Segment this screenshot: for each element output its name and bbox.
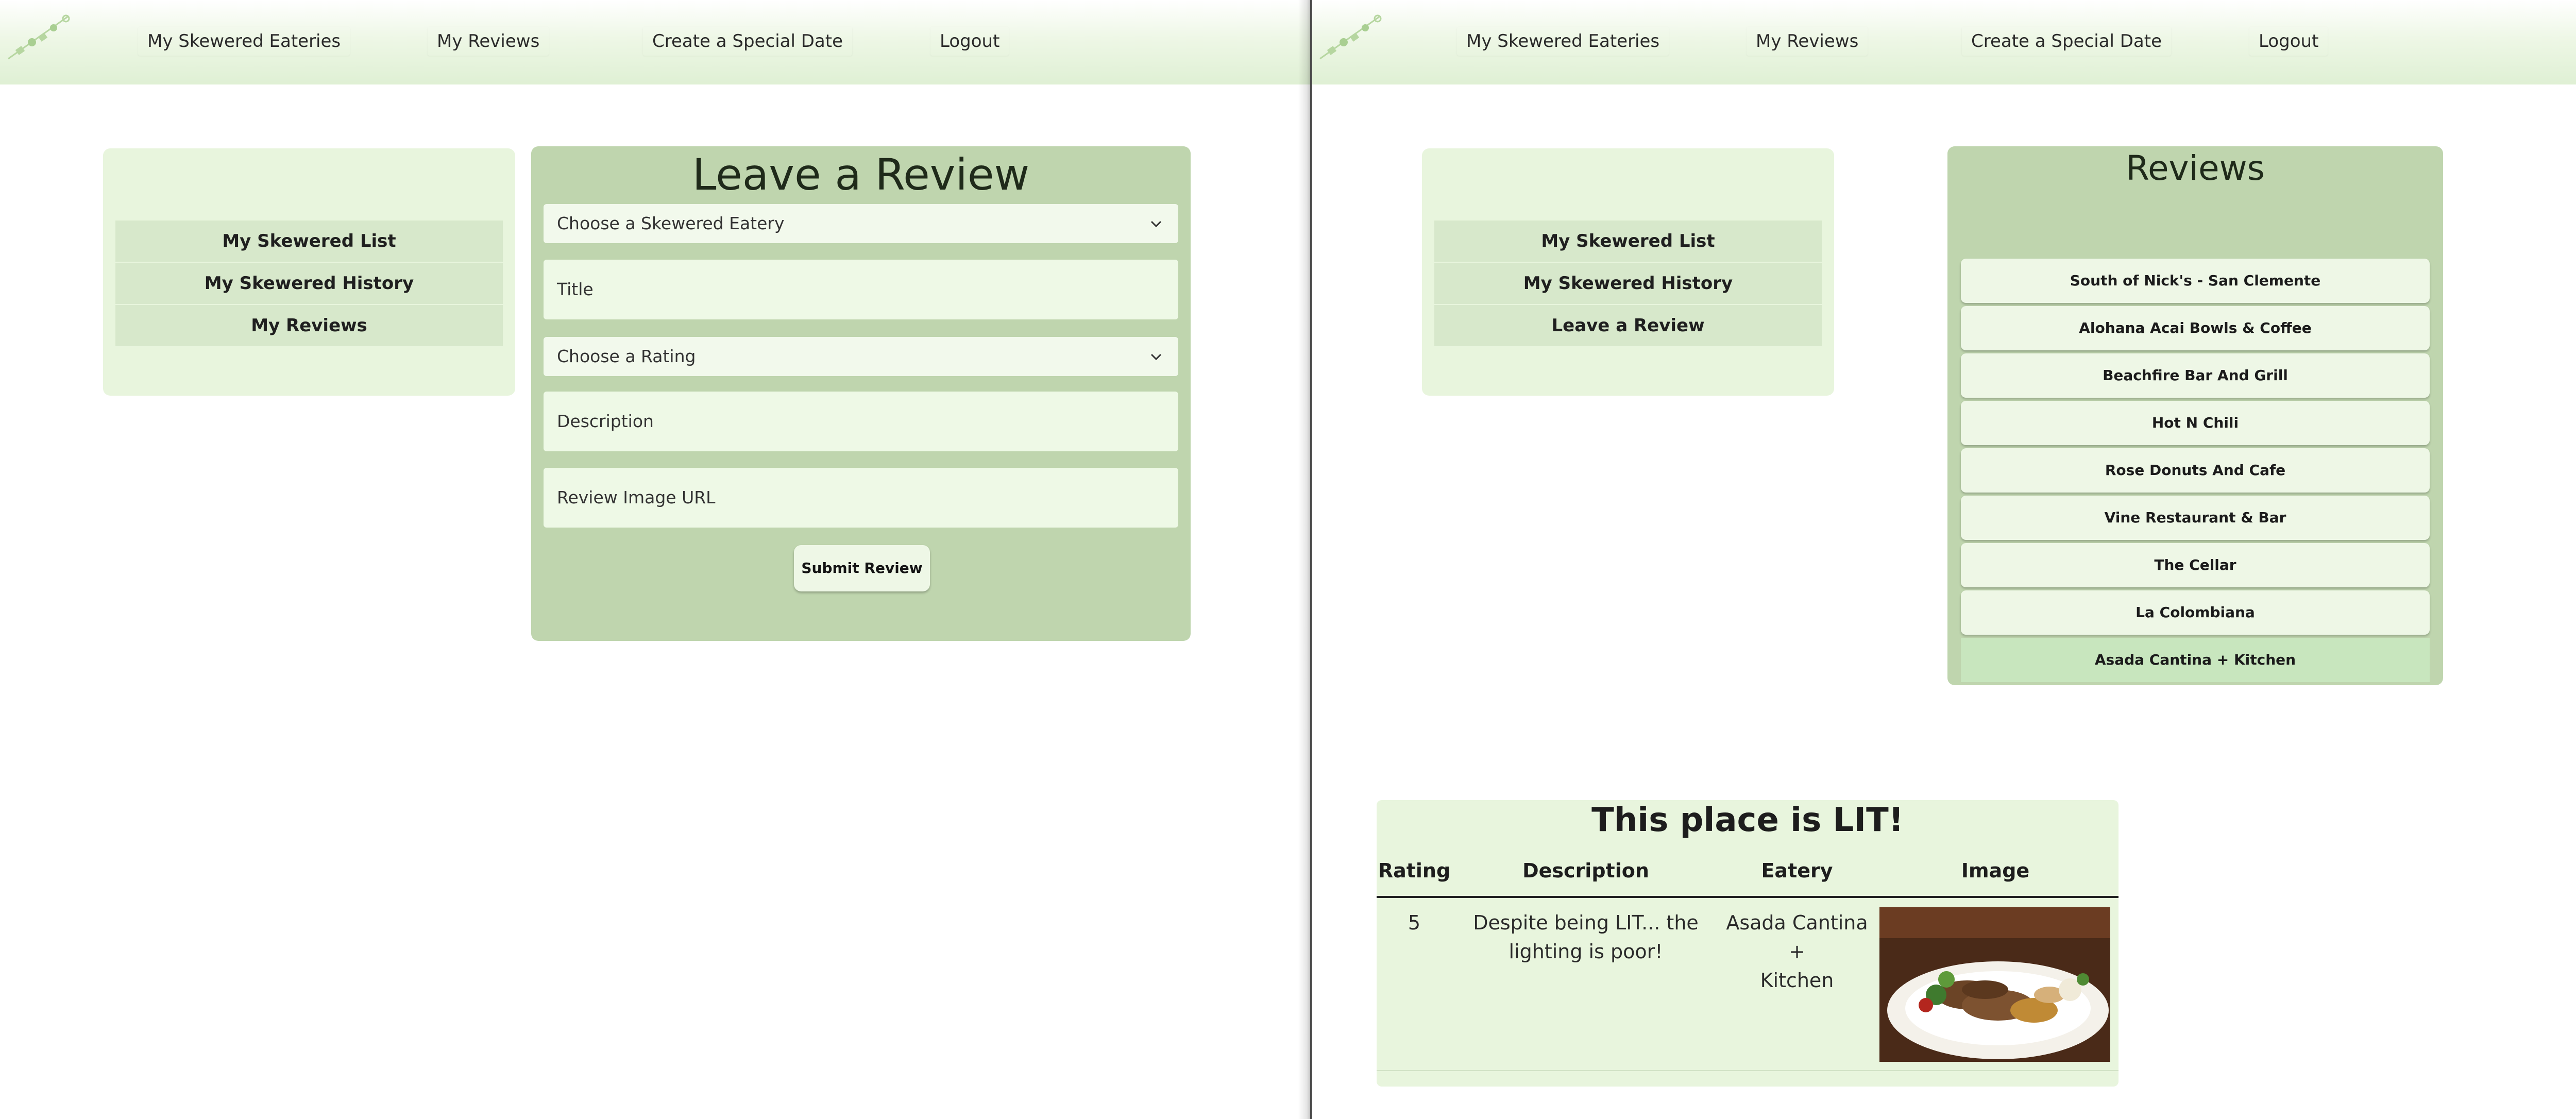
- leave-review-form: Leave a Review Choose a Skewered Eatery …: [531, 146, 1191, 641]
- cell-rating: 5: [1408, 911, 1421, 934]
- review-item-selected[interactable]: Asada Cantina + Kitchen: [1961, 638, 2430, 682]
- submit-review-button[interactable]: Submit Review: [794, 545, 930, 591]
- side-item-skewered-history[interactable]: My Skewered History: [1434, 263, 1822, 304]
- review-detail: This place is LIT! Rating Description Ea…: [1377, 800, 2119, 1087]
- reviews-list-panel: Reviews South of Nick's - San Clemente A…: [1947, 146, 2443, 685]
- review-item[interactable]: Alohana Acai Bowls & Coffee: [1961, 306, 2430, 350]
- nav-my-reviews[interactable]: My Reviews: [428, 27, 549, 56]
- review-item[interactable]: The Cellar: [1961, 543, 2430, 587]
- image-url-input[interactable]: Review Image URL: [544, 468, 1178, 528]
- cell-eatery: Asada Cantina + Kitchen: [1720, 908, 1874, 995]
- header-description: Description: [1522, 859, 1649, 882]
- side-item-my-reviews[interactable]: My Reviews: [115, 305, 503, 346]
- header-image: Image: [1961, 859, 2030, 882]
- review-item[interactable]: La Colombiana: [1961, 590, 2430, 635]
- chevron-down-icon: [1150, 353, 1162, 361]
- review-item[interactable]: Vine Restaurant & Bar: [1961, 496, 2430, 540]
- side-menu: My Skewered List My Skewered History Lea…: [1422, 148, 1834, 396]
- left-window: My Skewered Eateries My Reviews Create a…: [0, 0, 1312, 1119]
- description-input[interactable]: Description: [544, 392, 1178, 451]
- table-header-rule: [1377, 896, 2119, 898]
- right-window: My Skewered Eateries My Reviews Create a…: [1312, 0, 2576, 1119]
- header-eatery: Eatery: [1761, 859, 1833, 882]
- review-item[interactable]: Beachfire Bar And Grill: [1961, 353, 2430, 398]
- cell-eatery-line: Kitchen: [1760, 969, 1834, 992]
- eatery-select-value: Choose a Skewered Eatery: [557, 213, 785, 233]
- nav-my-skewered-eateries[interactable]: My Skewered Eateries: [1457, 27, 1669, 56]
- window-divider: [1310, 0, 1312, 1119]
- eatery-select[interactable]: Choose a Skewered Eatery: [544, 204, 1178, 243]
- review-food-image: [1879, 907, 2110, 1062]
- side-item-skewered-history[interactable]: My Skewered History: [115, 263, 503, 304]
- rating-select[interactable]: Choose a Rating: [544, 337, 1178, 376]
- side-item-skewered-list[interactable]: My Skewered List: [115, 221, 503, 262]
- review-item[interactable]: Rose Donuts And Cafe: [1961, 448, 2430, 493]
- chevron-down-icon: [1150, 221, 1162, 228]
- review-item[interactable]: South of Nick's - San Clemente: [1961, 259, 2430, 303]
- navbar: My Skewered Eateries My Reviews Create a…: [1312, 0, 2576, 84]
- nav-logout[interactable]: Logout: [930, 27, 1009, 56]
- reviews-title: Reviews: [2126, 148, 2265, 188]
- navbar: My Skewered Eateries My Reviews Create a…: [0, 0, 1312, 84]
- header-rating: Rating: [1378, 859, 1451, 882]
- cell-description-line: Despite being LIT... the: [1473, 911, 1699, 934]
- side-item-skewered-list[interactable]: My Skewered List: [1434, 221, 1822, 262]
- nav-create-special-date[interactable]: Create a Special Date: [643, 27, 852, 56]
- cell-eatery-line: Asada Cantina +: [1726, 911, 1868, 963]
- skewer-logo-icon[interactable]: [1317, 9, 1384, 66]
- side-item-leave-review[interactable]: Leave a Review: [1434, 305, 1822, 346]
- review-detail-title: This place is LIT!: [1591, 801, 1904, 839]
- nav-my-skewered-eateries[interactable]: My Skewered Eateries: [138, 27, 350, 56]
- skewer-logo-icon[interactable]: [5, 9, 72, 66]
- cell-description: Despite being LIT... the lighting is poo…: [1452, 908, 1720, 966]
- rating-select-value: Choose a Rating: [557, 346, 696, 366]
- nav-my-reviews[interactable]: My Reviews: [1747, 27, 1868, 56]
- review-item[interactable]: Hot N Chili: [1961, 401, 2430, 445]
- title-input[interactable]: Title: [544, 260, 1178, 319]
- form-title: Leave a Review: [692, 149, 1030, 200]
- nav-create-special-date[interactable]: Create a Special Date: [1962, 27, 2171, 56]
- nav-logout[interactable]: Logout: [2249, 27, 2328, 56]
- table-row-rule: [1377, 1070, 2119, 1071]
- side-menu: My Skewered List My Skewered History My …: [103, 148, 515, 396]
- cell-description-line: lighting is poor!: [1509, 940, 1663, 963]
